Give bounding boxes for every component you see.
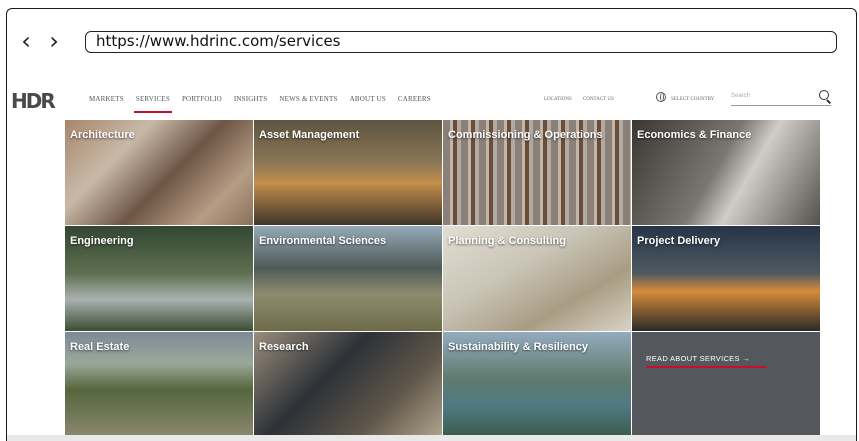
tile-research[interactable]: Research [254,332,442,437]
tile-planning-consulting[interactable]: Planning & Consulting [443,226,631,331]
browser-window: ‹ › https://www.hdrinc.com/services HDR … [6,8,857,441]
tile-architecture[interactable]: Architecture [65,120,253,225]
tile-label: Environmental Sciences [259,235,387,247]
tile-commissioning-operations[interactable]: Commissioning & Operations [443,120,631,225]
tile-label: Sustainability & Resiliency [448,341,588,353]
nav-insights[interactable]: INSIGHTS [234,95,268,103]
hdr-logo[interactable]: HDR [11,89,56,113]
tile-sustainability-resiliency[interactable]: Sustainability & Resiliency [443,332,631,437]
tile-label: Economics & Finance [637,129,752,141]
accent-underline [646,366,766,368]
nav-news-events[interactable]: NEWS & EVENTS [279,95,337,103]
search-icon[interactable] [819,90,829,100]
tile-label: Research [259,341,309,353]
tile-label: Asset Management [259,129,360,141]
site-header: HDR MARKETS SERVICES PORTFOLIO INSIGHTS … [7,89,856,121]
search-input[interactable]: Search [731,93,831,106]
nav-careers[interactable]: CAREERS [398,95,431,103]
back-icon[interactable]: ‹ [17,29,35,53]
select-country[interactable]: SELECT COUNTRY [671,97,714,102]
tile-label: Project Delivery [637,235,721,247]
tile-label: Real Estate [70,341,130,353]
nav-markets[interactable]: MARKETS [89,95,124,103]
tile-asset-management[interactable]: Asset Management [254,120,442,225]
tile-engineering[interactable]: Engineering [65,226,253,331]
contact-link[interactable]: CONTACT US [583,97,614,102]
tile-label: Planning & Consulting [448,235,566,247]
tile-project-delivery[interactable]: Project Delivery [632,226,820,331]
services-grid: Architecture Asset Management Commission… [65,120,820,437]
tile-read-about-services: READ ABOUT SERVICES → [632,332,820,437]
tile-environmental-sciences[interactable]: Environmental Sciences [254,226,442,331]
locations-link[interactable]: LOCATIONS [544,97,572,102]
tile-real-estate[interactable]: Real Estate [65,332,253,437]
nav-services[interactable]: SERVICES [133,95,173,113]
forward-icon[interactable]: › [45,29,63,53]
browser-toolbar: ‹ › https://www.hdrinc.com/services [7,9,856,69]
globe-icon[interactable] [656,92,666,102]
tile-economics-finance[interactable]: Economics & Finance [632,120,820,225]
tile-label: Architecture [70,129,135,141]
footer-strip [7,435,856,441]
main-nav: MARKETS SERVICES PORTFOLIO INSIGHTS NEWS… [89,95,443,113]
nav-portfolio[interactable]: PORTFOLIO [182,95,222,103]
tile-label: Engineering [70,235,134,247]
read-about-services-link[interactable]: READ ABOUT SERVICES → [646,354,750,363]
nav-about-us[interactable]: ABOUT US [350,95,386,103]
address-bar[interactable]: https://www.hdrinc.com/services [85,31,837,53]
tile-label: Commissioning & Operations [448,129,603,141]
